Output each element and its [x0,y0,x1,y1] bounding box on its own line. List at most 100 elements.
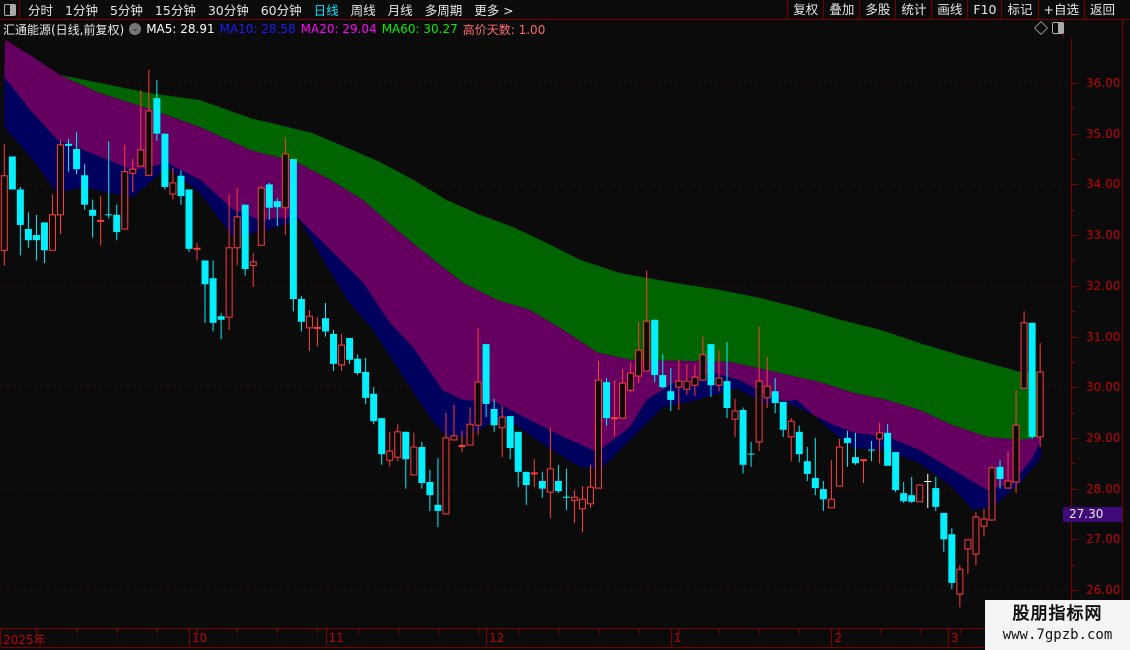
candle-body [667,391,675,400]
toolbar-button[interactable]: 多股 [859,0,895,19]
candle-body [835,446,843,487]
candle-body [892,452,900,491]
candle [731,398,739,437]
candle-body [1020,322,1028,389]
candle [8,156,16,190]
indicator-info-line: 汇通能源(日线,前复权) ⌄ MA5: 28.91 MA10: 28.58 MA… [3,20,550,38]
side-panel-collapsed[interactable] [1122,20,1130,650]
candle-body [209,278,217,323]
price-label: 32.00 [1086,278,1121,293]
toolbar-button[interactable]: F10 [967,0,1001,19]
candle [562,468,570,510]
period-tab[interactable]: 周线 [345,0,382,19]
price-label: 31.00 [1086,329,1121,344]
candle-body [884,432,892,466]
date-minor-tick [919,629,921,634]
candle [249,252,257,287]
period-tab[interactable]: 15分钟 [149,0,202,19]
candle-body [394,431,402,458]
toolbar-button[interactable]: 叠加 [823,0,859,19]
watermark-url: www.7gpzb.com [1002,627,1113,643]
toolbar-button[interactable]: 画线 [931,0,967,19]
candle-body [257,187,265,246]
diamond-icon[interactable] [1033,20,1049,36]
date-label: 11 [328,631,344,645]
candle-body [683,380,691,390]
candle [434,458,442,528]
date-minor-tick [36,629,38,634]
candle-body [803,461,811,474]
price-minor-tick [1072,463,1075,465]
candle [514,431,522,488]
date-tick [831,629,833,646]
candle [506,416,514,460]
candle-body [691,376,699,386]
date-axis: 2025年 10 11 12 1 2 3 [0,628,1122,648]
toolbar-button[interactable]: 统计 [895,0,931,19]
price-minor-tick [1072,159,1075,161]
candle-body [707,344,715,386]
current-price-tag: 27.30 [1063,507,1122,522]
period-tab[interactable]: 1分钟 [59,0,104,19]
panel-toggle-button[interactable] [0,0,20,19]
date-tick [486,629,488,646]
candle-body [964,539,972,550]
period-tab[interactable]: 日线 [308,0,345,19]
toolbar-button[interactable]: 复权 [787,0,823,19]
period-tab[interactable]: 分时 [22,0,59,19]
candle [948,528,956,589]
candle-body [418,447,426,484]
candle-body [24,229,32,241]
candle-body [426,482,434,496]
candle-body [924,480,932,482]
candle-body [458,445,466,448]
price-label: 34.00 [1086,177,1121,192]
candle-body [402,431,410,460]
period-tab[interactable]: 60分钟 [255,0,308,19]
toolbar-button[interactable]: +自选 [1037,0,1084,19]
candlestick-chart[interactable] [0,38,1071,628]
chevron-down-icon[interactable]: ⌄ [129,23,142,35]
period-tab[interactable]: 更多 > [468,0,519,19]
date-minor-tick [317,629,319,634]
candle-body [643,320,651,372]
date-minor-tick [357,629,359,634]
price-minor-tick [1072,311,1075,313]
toolbar-button[interactable]: 返回 [1083,0,1120,19]
toolbar-button[interactable]: 标记 [1001,0,1037,19]
candle-body [201,260,209,285]
candle [578,486,586,533]
candle-body [1012,424,1020,483]
date-minor-tick [718,629,720,634]
date-tick [0,629,1,646]
candle-body [578,498,586,510]
candle [1020,311,1028,389]
candle [370,387,378,425]
date-minor-tick [76,629,78,634]
period-tab[interactable]: 多周期 [419,0,469,19]
candle-body [570,496,578,501]
candle-body [105,214,113,216]
candle [113,204,121,241]
candle [386,431,394,467]
candle-body [297,298,305,322]
date-minor-tick [197,629,199,634]
price-label: 30.00 [1086,380,1121,395]
candle-body [522,471,530,486]
candle-body [305,315,313,329]
layout-toggle-icon[interactable] [1052,22,1064,34]
candle [811,437,819,496]
candle [57,139,65,235]
candle [924,473,932,508]
period-tab[interactable]: 月线 [382,0,419,19]
candle [1036,343,1044,448]
candle-body [48,214,56,251]
candle-body [450,435,458,441]
period-tab[interactable]: 5分钟 [104,0,149,19]
price-tick [1072,285,1078,287]
date-minor-tick [437,629,439,634]
date-tick [325,629,327,646]
candle-body [97,219,105,222]
date-label: 2025年 [3,633,46,647]
period-tab[interactable]: 30分钟 [202,0,255,19]
